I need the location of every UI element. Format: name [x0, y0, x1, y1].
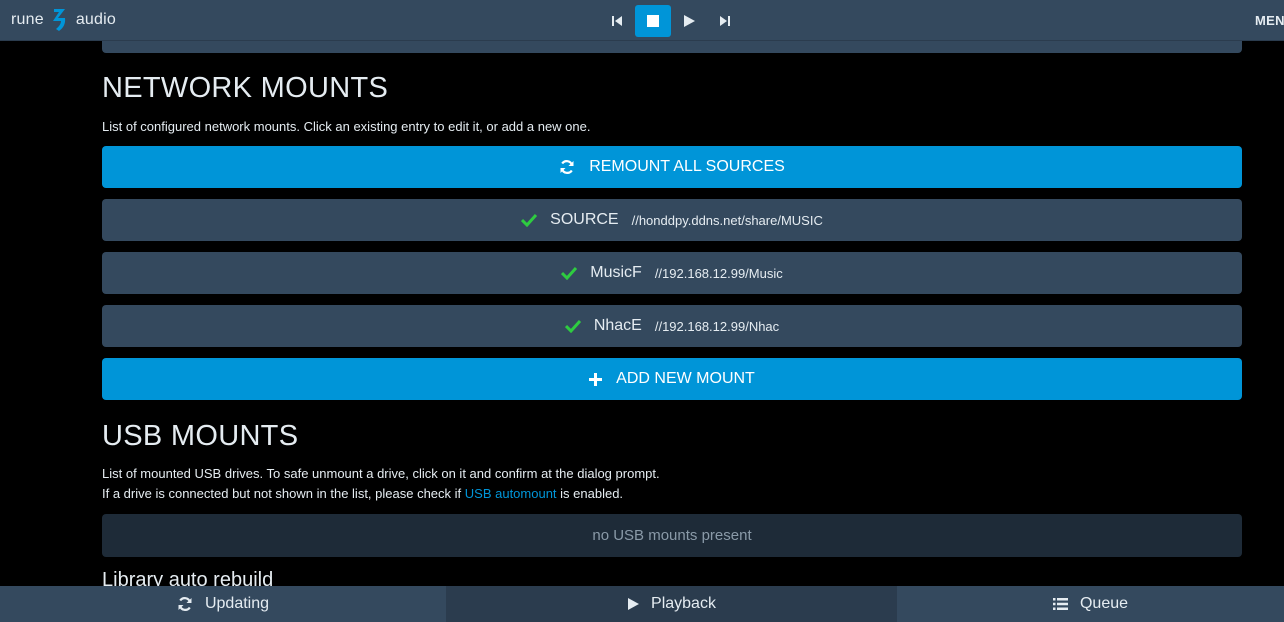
refresh-icon [177, 596, 193, 612]
tab-updating-label: Updating [204, 595, 270, 612]
remount-all-button[interactable]: REMOUNT ALL SOURCES [102, 146, 1242, 188]
list-icon [1052, 598, 1068, 610]
add-new-mount-button[interactable]: ADD NEW MOUNT [102, 358, 1242, 400]
refresh-icon [559, 159, 575, 175]
usb-empty-state: no USB mounts present [102, 514, 1242, 557]
play-button[interactable] [671, 5, 707, 37]
logo[interactable]: rune audio [11, 6, 116, 34]
previous-icon [612, 16, 622, 26]
previous-button[interactable] [599, 5, 635, 37]
plus-icon [589, 372, 603, 386]
mount-name: NhacE [593, 317, 642, 334]
add-new-mount-label: ADD NEW MOUNT [616, 370, 755, 387]
usb-description-post: is enabled. [556, 486, 624, 501]
usb-description-pre: If a drive is connected but not shown in… [102, 486, 465, 501]
usb-automount-link[interactable]: USB automount [465, 486, 557, 501]
remount-all-label: REMOUNT ALL SOURCES [589, 158, 785, 175]
mount-item-source[interactable]: SOURCE //honddpy.ddns.net/share/MUSIC [102, 199, 1242, 241]
mount-item-nhace[interactable]: NhacE //192.168.12.99/Nhac [102, 305, 1242, 347]
usb-description-line1: List of mounted USB drives. To safe unmo… [102, 466, 660, 481]
previous-section-panel [102, 41, 1242, 53]
tab-queue-label: Queue [1079, 595, 1129, 612]
play-icon [627, 598, 640, 610]
tab-updating[interactable]: Updating [0, 586, 446, 622]
top-bar: rune audio MEN [0, 0, 1284, 41]
stop-icon [647, 15, 659, 27]
check-icon [564, 319, 581, 333]
check-icon [561, 266, 578, 280]
playback-controls [599, 5, 743, 37]
network-mounts-description: List of configured network mounts. Click… [102, 119, 591, 134]
mount-path: //192.168.12.99/Nhac [654, 318, 780, 334]
usb-mounts-title: USB MOUNTS [102, 420, 299, 452]
tab-playback-label: Playback [651, 595, 716, 612]
tab-playback[interactable]: Playback [446, 586, 897, 622]
check-icon [521, 213, 538, 227]
logo-text-audio: audio [75, 11, 116, 28]
next-button[interactable] [707, 5, 743, 37]
menu-button[interactable]: MENU [1255, 13, 1284, 28]
next-icon [720, 16, 730, 26]
usb-description-line2: If a drive is connected but not shown in… [102, 486, 623, 501]
mount-path: //honddpy.ddns.net/share/MUSIC [631, 212, 823, 228]
logo-text-rune: rune [11, 11, 44, 28]
mount-path: //192.168.12.99/Music [654, 265, 783, 281]
mount-item-musicf[interactable]: MusicF //192.168.12.99/Music [102, 252, 1242, 294]
play-icon [684, 15, 695, 27]
bottom-bar: Updating Playback Queue [0, 586, 1284, 622]
mount-name: SOURCE [550, 211, 619, 228]
rune-logo-icon [50, 6, 70, 34]
network-mounts-title: NETWORK MOUNTS [102, 72, 389, 104]
stop-button[interactable] [635, 5, 671, 37]
mount-name: MusicF [590, 264, 642, 281]
tab-queue[interactable]: Queue [897, 586, 1284, 622]
